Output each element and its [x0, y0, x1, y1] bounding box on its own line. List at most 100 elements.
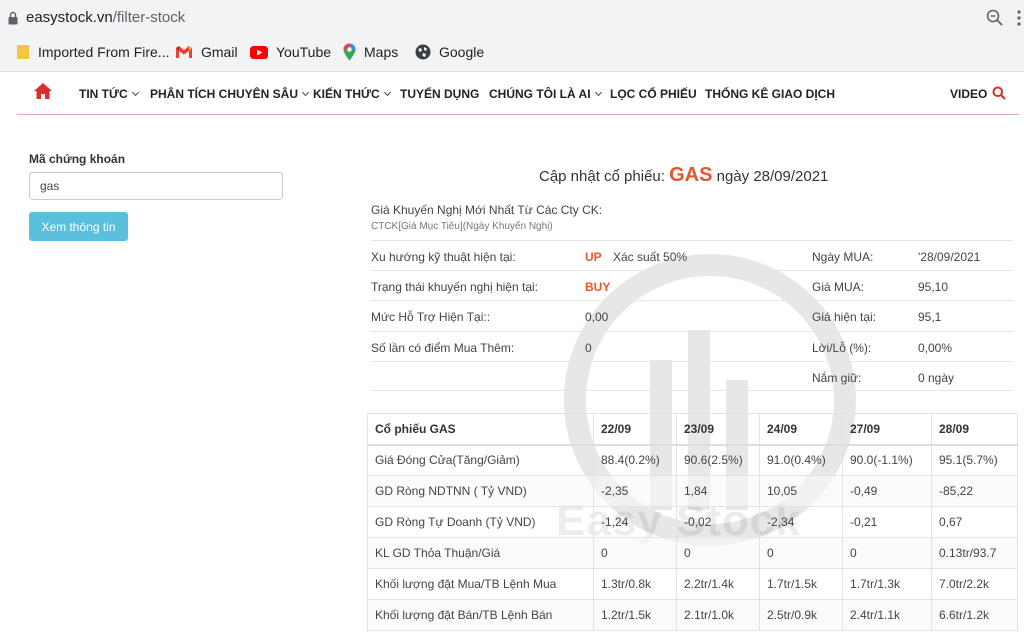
heading-date: ngày 28/09/2021	[716, 168, 829, 185]
nav-label: KIẾN THỨC	[313, 87, 380, 101]
table-header: 22/09	[593, 413, 677, 446]
table-cell: 88.4(0.2%)	[593, 444, 677, 476]
view-info-button[interactable]: Xem thông tin	[29, 212, 128, 241]
info-row: Nắm giữ: 0 ngày	[371, 361, 1013, 391]
url-path: /filter-stock	[112, 9, 186, 26]
nav-label: TUYỂN DỤNG	[400, 87, 480, 101]
bookmark-google[interactable]: Google	[415, 42, 484, 62]
table-header: Cổ phiếu GAS	[367, 413, 594, 446]
table-cell: 0	[593, 537, 677, 569]
table-cell: 1.7tr/1.3k	[842, 568, 932, 600]
table-cell: 90.6(2.5%)	[676, 444, 760, 476]
table-cell: 2.1tr/1.0k	[676, 599, 760, 631]
chevron-down-icon	[383, 88, 391, 97]
nav-loc-co-phieu[interactable]: LỌC CỔ PHIẾU	[610, 87, 697, 101]
support-value: 0,00	[585, 310, 609, 324]
nav-tin-tuc[interactable]: TIN TỨC	[79, 87, 139, 101]
trend-value: UP	[585, 250, 602, 264]
stock-code-label: Mã chứng khoán	[29, 152, 126, 166]
page-heading: Cập nhật cổ phiếu: GAS ngày 28/09/2021	[539, 164, 828, 187]
nav-chung-toi[interactable]: CHÚNG TÔI LÀ AI	[489, 87, 602, 101]
recommend-subtitle: CTCK[Giá Mục Tiêu](Ngày Khuyến Nghị)	[371, 221, 553, 232]
support-label: Mức Hỗ Trợ Hiện Tại::	[371, 310, 491, 324]
stock-code-input[interactable]	[29, 172, 283, 200]
gmail-icon	[176, 46, 192, 58]
nav-phan-tich[interactable]: PHÂN TÍCH CHUYÊN SÂU	[150, 87, 310, 101]
status-label: Trạng thái khuyến nghị hiện tại:	[371, 280, 538, 294]
table-cell: -0,21	[842, 506, 932, 538]
nav-label: CHÚNG TÔI LÀ AI	[489, 87, 591, 101]
table-header: 28/09	[931, 413, 1018, 446]
table-cell: -0,02	[676, 506, 760, 538]
trend-probability: Xác suất 50%	[613, 250, 688, 264]
table-cell: 1.7tr/1.5k	[759, 568, 843, 600]
bookmark-label: YouTube	[276, 44, 332, 60]
table-row: GD Ròng NDTNN ( Tỷ VND) -2,35 1,84 10,05 -0,…	[367, 475, 1018, 507]
table-header: 27/09	[842, 413, 932, 446]
buy-price-label: Giá MUA:	[812, 280, 865, 294]
heading-ticker: GAS	[669, 164, 713, 186]
info-row: Mức Hỗ Trợ Hiện Tại:: 0,00 Giá hiện tại:…	[371, 300, 1013, 330]
table-cell: GD Ròng NDTNN ( Tỷ VND)	[367, 475, 594, 507]
url-text[interactable]: easystock.vn/filter-stock	[26, 9, 185, 26]
folder-icon	[17, 45, 29, 59]
search-icon[interactable]	[992, 86, 1006, 100]
zoom-icon[interactable]	[985, 8, 1005, 28]
bookmark-imported[interactable]: Imported From Fire...	[16, 42, 169, 62]
nav-video[interactable]: VIDEO	[950, 87, 987, 101]
url-host: easystock.vn	[26, 9, 113, 26]
buy-date-label: Ngày MUA:	[812, 250, 874, 264]
holding-label: Nắm giữ:	[812, 371, 862, 385]
table-cell: Khối lượng đặt Mua/TB Lệnh Mua	[367, 568, 594, 600]
lock-icon[interactable]	[8, 11, 18, 25]
bookmark-gmail[interactable]: Gmail	[175, 42, 238, 62]
home-icon[interactable]	[33, 82, 53, 100]
info-row: Xu hướng kỹ thuật hiện tại: UP Xác suất …	[371, 240, 1013, 270]
table-cell: 2.2tr/1.4k	[676, 568, 760, 600]
nav-label: TIN TỨC	[79, 87, 128, 101]
bookmark-maps[interactable]: Maps	[343, 42, 398, 62]
holding-value: 0 ngày	[918, 371, 955, 385]
table-cell: 2.5tr/0.9k	[759, 599, 843, 631]
table-cell: 10,05	[759, 475, 843, 507]
profit-loss-label: Lời/Lỗ (%):	[812, 341, 872, 355]
buy-date-value: '28/09/2021	[918, 250, 981, 264]
table-cell: 0.13tr/93.7	[931, 537, 1018, 569]
nav-label: VIDEO	[950, 87, 988, 101]
recommend-title: Giá Khuyến Nghị Mới Nhất Từ Các Cty CK:	[371, 203, 603, 217]
address-bar[interactable]: easystock.vn/filter-stock	[0, 0, 1024, 36]
table-cell: 1.3tr/0.8k	[593, 568, 677, 600]
youtube-icon	[250, 45, 268, 59]
table-cell: KL GD Thỏa Thuận/Giá	[367, 537, 594, 569]
trend-label: Xu hướng kỹ thuật hiện tại:	[371, 250, 516, 264]
table-cell: -2,35	[593, 475, 677, 507]
current-price-value: 95,1	[918, 310, 942, 324]
chevron-down-icon	[594, 88, 602, 97]
buy-price-value: 95,10	[918, 280, 949, 294]
bookmark-label: Gmail	[201, 44, 238, 60]
table-cell: 2.4tr/1.1k	[842, 599, 932, 631]
table-row: GD Ròng Tự Doanh (Tỷ VND) -1,24 -0,02 -2,34…	[367, 506, 1018, 538]
table-cell: 91.0(0.4%)	[759, 444, 843, 476]
nav-tuyen-dung[interactable]: TUYỂN DỤNG	[400, 87, 479, 101]
table-cell: -85,22	[931, 475, 1018, 507]
bookmark-label: Maps	[364, 44, 399, 60]
table-cell: GD Ròng Tự Doanh (Tỷ VND)	[367, 506, 594, 538]
heading-prefix: Cập nhật cổ phiếu:	[539, 168, 665, 185]
table-cell: 1.2tr/1.5k	[593, 599, 677, 631]
table-cell: 1,84	[676, 475, 760, 507]
table-cell: Giá Đóng Cửa(Tăng/Giảm)	[367, 444, 594, 476]
add-buy-label: Số lần có điểm Mua Thêm:	[371, 341, 515, 355]
globe-icon	[415, 44, 431, 60]
nav-thong-ke[interactable]: THỐNG KÊ GIAO DỊCH	[705, 87, 835, 101]
info-row: Trạng thái khuyến nghị hiện tại: BUY Giá…	[371, 270, 1013, 300]
add-buy-value: 0	[585, 341, 592, 355]
more-icon[interactable]	[1014, 8, 1024, 28]
bookmarks-bar: Imported From Fire... Gmail YouTube Maps	[0, 36, 1024, 68]
table-row: Giá Đóng Cửa(Tăng/Giảm) 88.4(0.2%) 90.6(2.…	[367, 444, 1018, 476]
table-cell: 6.6tr/1.2k	[931, 599, 1018, 631]
table-cell: 0	[842, 537, 932, 569]
table-cell: 0	[676, 537, 760, 569]
bookmark-youtube[interactable]: YouTube	[250, 42, 331, 62]
nav-kien-thuc[interactable]: KIẾN THỨC	[313, 87, 391, 101]
